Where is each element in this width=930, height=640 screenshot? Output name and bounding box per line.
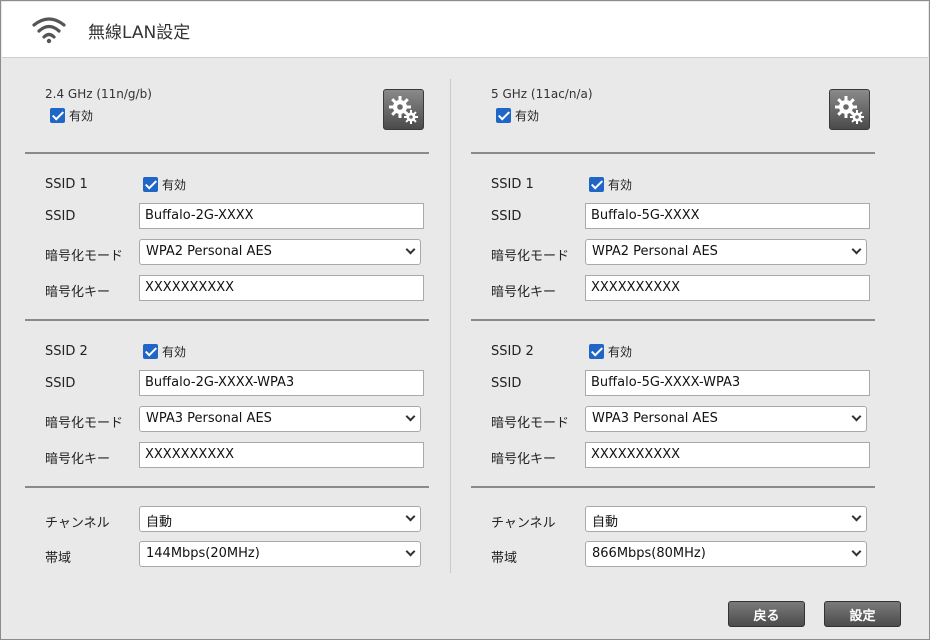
select-value: WPA3 Personal AES [146,411,272,426]
select-value: WPA2 Personal AES [592,244,718,259]
checkbox-label: 有効 [162,345,187,359]
section-divider [25,319,429,321]
ssid1-name-input[interactable]: Buffalo-5G-XXXX [585,203,870,229]
checkbox-checked-icon [143,344,158,359]
channel-select[interactable]: 自動 [585,506,867,532]
ssid1-key-input[interactable]: XXXXXXXXXX [139,275,424,301]
page-title: 無線LAN設定 [88,23,191,43]
back-button[interactable]: 戻る [728,601,805,627]
ssid2-name-input[interactable]: Buffalo-2G-XXXX-WPA3 [139,370,424,396]
checkbox-checked-icon [50,108,65,123]
ssid2-title: SSID 2 [491,344,534,359]
select-value: 自動 [146,515,173,530]
checkbox-label: 有効 [515,109,540,123]
advanced-settings-button[interactable] [383,89,424,130]
chevron-down-icon [405,546,416,557]
ssid2-title: SSID 2 [45,344,88,359]
checkbox-label: 有効 [608,345,633,359]
ssid1-title: SSID 1 [491,177,534,192]
encryption-key-label: 暗号化キー [45,452,111,467]
apply-button[interactable]: 設定 [824,601,901,627]
ssid1-enable-checkbox[interactable]: 有効 [143,176,186,193]
select-value: WPA3 Personal AES [592,411,718,426]
checkbox-checked-icon [496,108,511,123]
ssid2-key-input[interactable]: XXXXXXXXXX [139,442,424,468]
bandwidth-label: 帯域 [491,551,518,566]
ssid-label: SSID [491,209,522,224]
select-value: WPA2 Personal AES [146,244,272,259]
gears-icon [834,95,864,124]
ssid2-enable-checkbox[interactable]: 有効 [589,343,632,360]
advanced-settings-button[interactable] [829,89,870,130]
bandwidth-select[interactable]: 866Mbps(80MHz) [585,541,867,567]
checkbox-checked-icon [589,177,604,192]
select-value: 866Mbps(80MHz) [592,546,706,561]
ssid1-enable-checkbox[interactable]: 有効 [589,176,632,193]
section-divider [471,152,875,154]
gears-icon [388,95,418,124]
band-5ghz-panel: 5 GHz (11ac/n/a) 有効 SSID 1 有効 SSID Buffa… [469,59,899,589]
ssid2-enable-checkbox[interactable]: 有効 [143,343,186,360]
checkbox-checked-icon [589,344,604,359]
chevron-down-icon [851,244,862,255]
encryption-key-label: 暗号化キー [45,285,111,300]
chevron-down-icon [405,244,416,255]
chevron-down-icon [405,411,416,422]
channel-label: チャンネル [491,516,556,531]
encryption-mode-label: 暗号化モード [45,416,124,431]
ssid-label: SSID [45,376,76,391]
ssid-label: SSID [491,376,522,391]
section-divider [471,486,875,488]
ssid2-name-input[interactable]: Buffalo-5G-XXXX-WPA3 [585,370,870,396]
chevron-down-icon [851,546,862,557]
chevron-down-icon [405,511,416,522]
encryption-key-label: 暗号化キー [491,285,557,300]
band-label: 5 GHz (11ac/n/a) [491,87,593,101]
checkbox-checked-icon [143,177,158,192]
select-value: 144Mbps(20MHz) [146,546,260,561]
section-divider [25,486,429,488]
band-24ghz-panel: 2.4 GHz (11n/g/b) 有効 SSID 1 有効 SSID Buff… [23,59,453,589]
ssid2-encryption-select[interactable]: WPA3 Personal AES [139,406,421,432]
section-divider [471,319,875,321]
settings-window: 無線LAN設定 2.4 GHz (11n/g/b) 有効 SSID 1 有効 S… [0,0,930,640]
channel-select[interactable]: 自動 [139,506,421,532]
checkbox-label: 有効 [69,109,94,123]
ssid1-name-input[interactable]: Buffalo-2G-XXXX [139,203,424,229]
ssid1-encryption-select[interactable]: WPA2 Personal AES [585,239,867,265]
ssid1-title: SSID 1 [45,177,88,192]
encryption-mode-label: 暗号化モード [491,249,570,264]
bandwidth-label: 帯域 [45,551,72,566]
encryption-mode-label: 暗号化モード [491,416,570,431]
band-label: 2.4 GHz (11n/g/b) [45,87,152,101]
bandwidth-select[interactable]: 144Mbps(20MHz) [139,541,421,567]
ssid1-encryption-select[interactable]: WPA2 Personal AES [139,239,421,265]
checkbox-label: 有効 [162,178,187,192]
band-enable-checkbox[interactable]: 有効 [50,107,93,124]
encryption-key-label: 暗号化キー [491,452,557,467]
page-header: 無線LAN設定 [2,2,928,58]
section-divider [25,152,429,154]
ssid2-encryption-select[interactable]: WPA3 Personal AES [585,406,867,432]
encryption-mode-label: 暗号化モード [45,249,124,264]
select-value: 自動 [592,515,619,530]
checkbox-label: 有効 [608,178,633,192]
ssid1-key-input[interactable]: XXXXXXXXXX [585,275,870,301]
chevron-down-icon [851,511,862,522]
band-enable-checkbox[interactable]: 有効 [496,107,539,124]
ssid-label: SSID [45,209,76,224]
chevron-down-icon [851,411,862,422]
channel-label: チャンネル [45,516,110,531]
wifi-icon [32,17,66,44]
ssid2-key-input[interactable]: XXXXXXXXXX [585,442,870,468]
